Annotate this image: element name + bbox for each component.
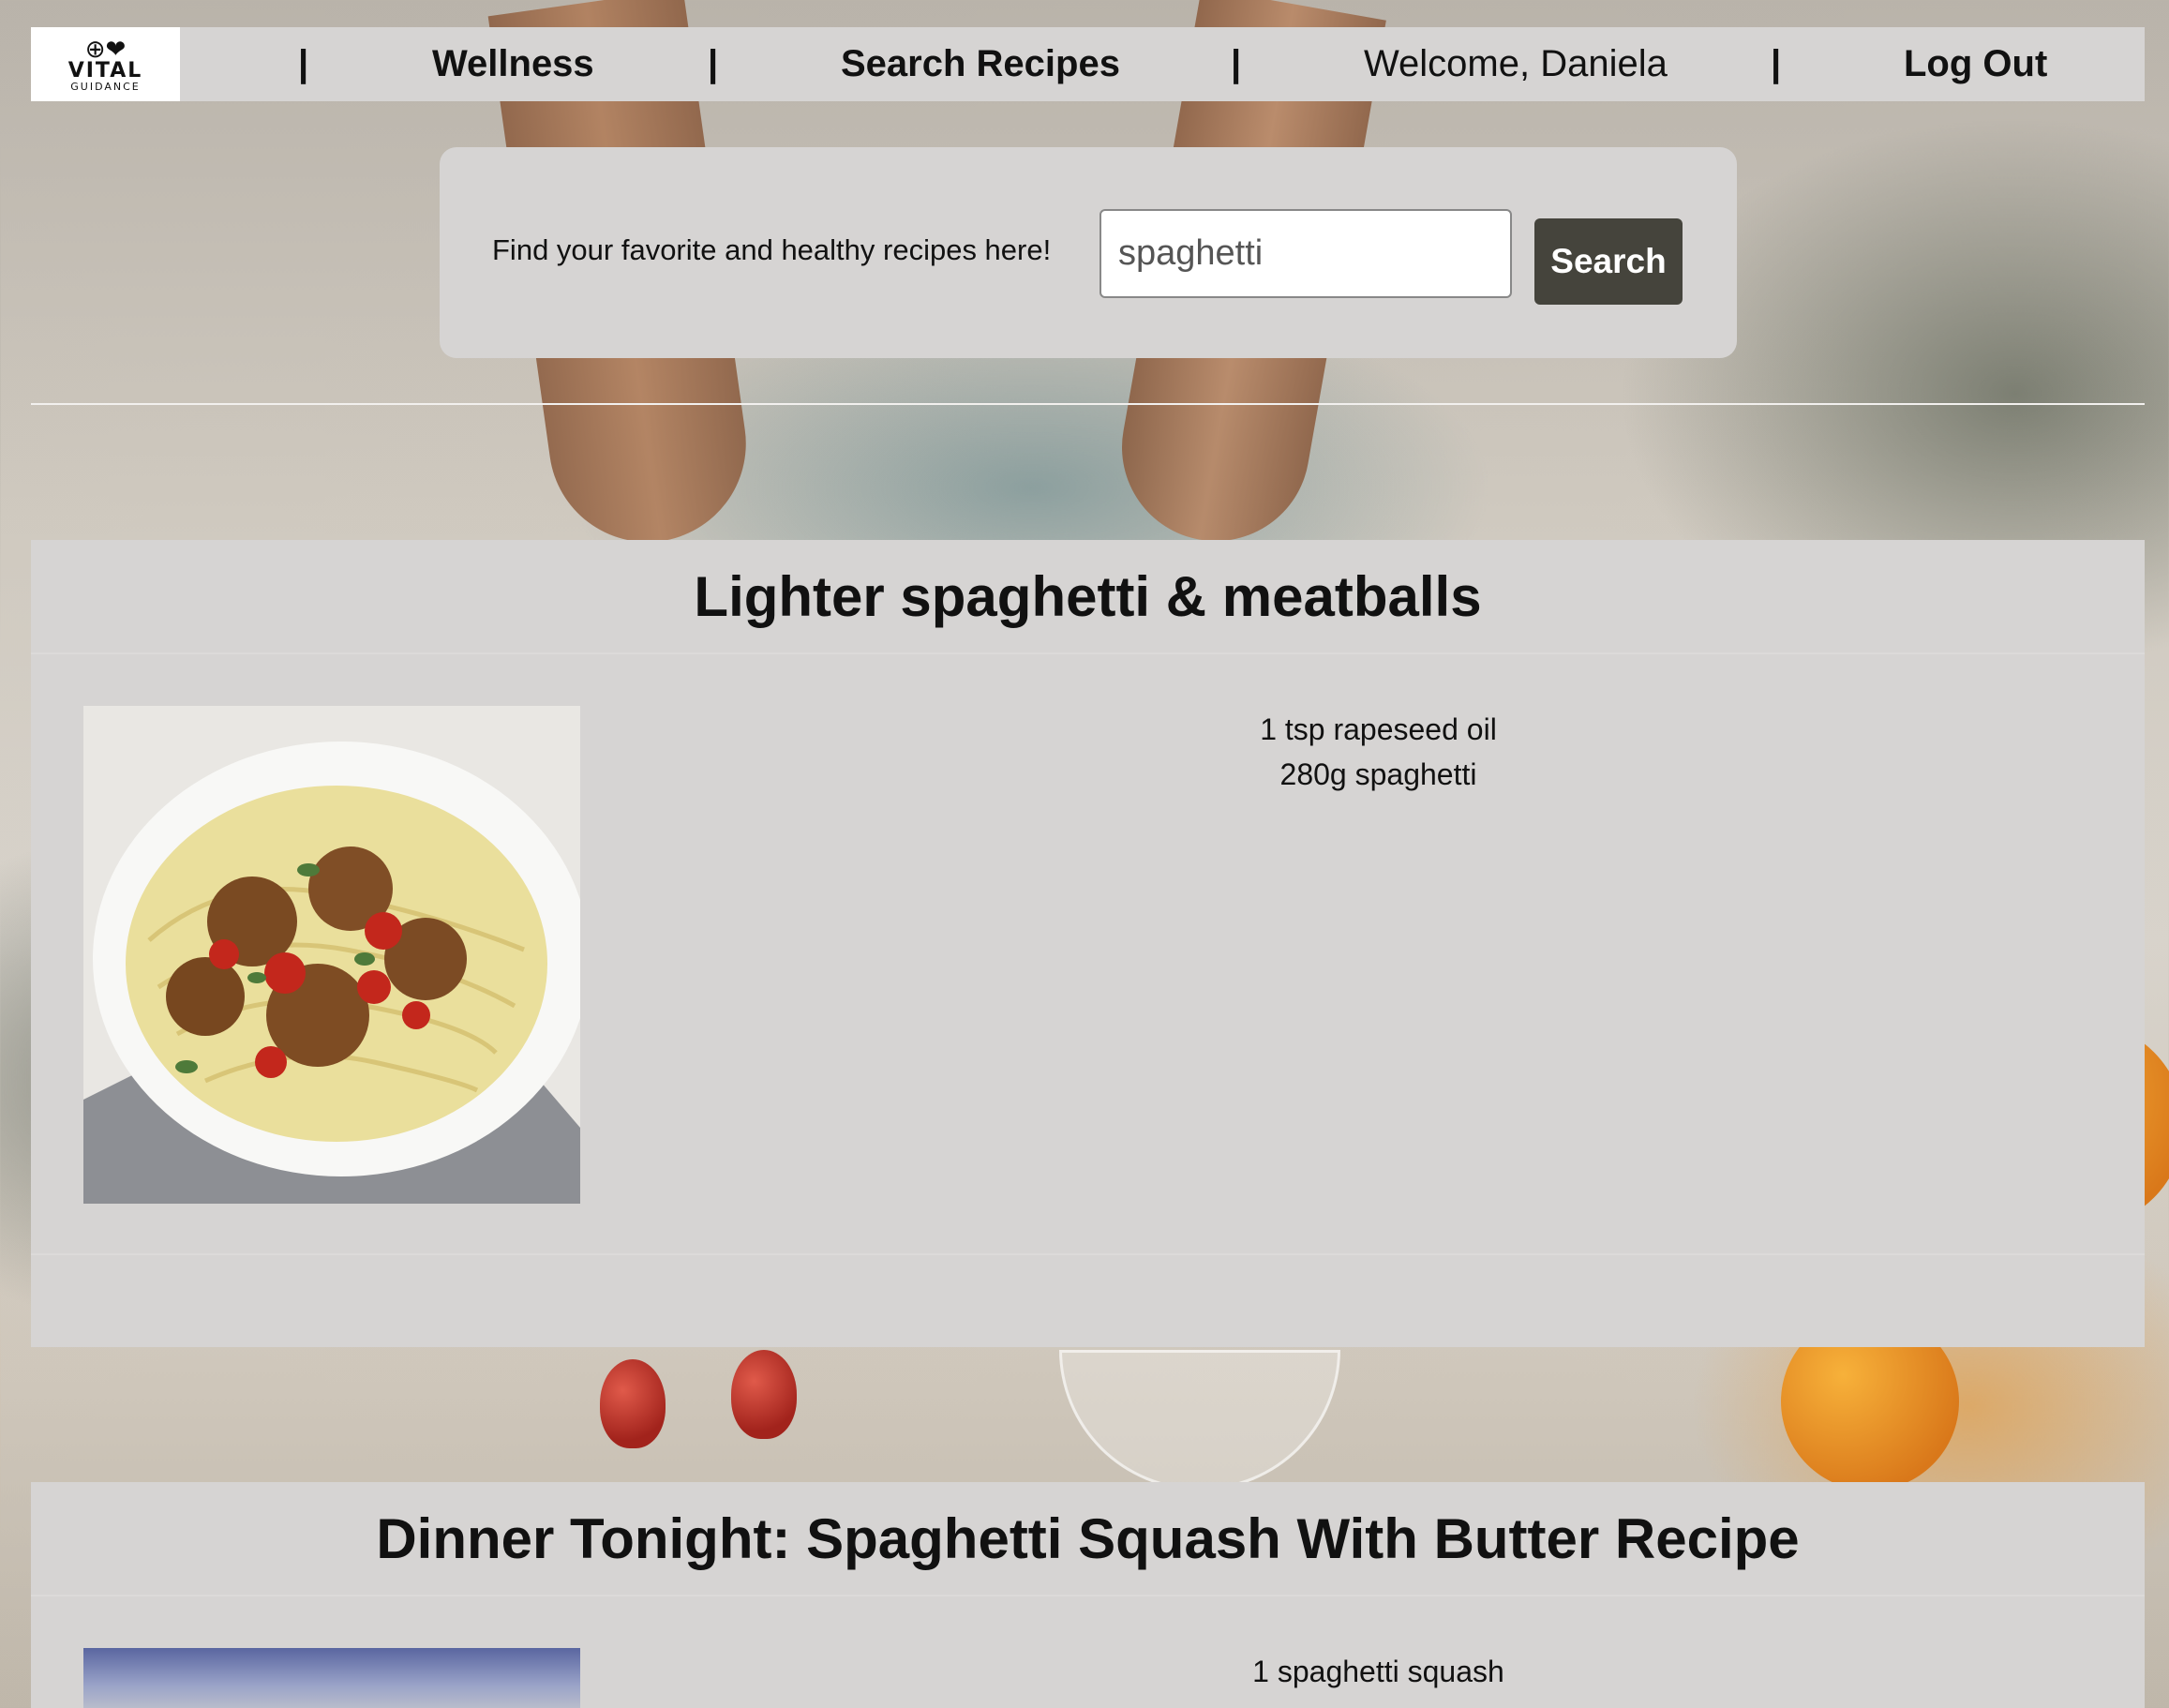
- background-strawberry: [600, 1359, 666, 1448]
- nav-separator: |: [1771, 43, 1782, 84]
- background-strawberry: [731, 1350, 797, 1439]
- background-bowl: [1059, 1350, 1340, 1491]
- spaghetti-meatballs-photo[interactable]: [83, 706, 580, 1204]
- ingredient-list: 1 tsp rapeseed oil 280g spaghetti: [968, 707, 1788, 797]
- recipe-search-input[interactable]: [1099, 209, 1512, 298]
- card-divider: [31, 1253, 2145, 1255]
- nav-link-log-out[interactable]: Log Out: [1904, 27, 2047, 101]
- recipe-title[interactable]: Dinner Tonight: Spaghetti Squash With Bu…: [31, 1482, 2145, 1595]
- search-prompt-label: Find your favorite and healthy recipes h…: [492, 233, 1052, 266]
- ingredient-item: 1 tsp rapeseed oil: [1260, 712, 1497, 746]
- recipe-title[interactable]: Lighter spaghetti & meatballs: [31, 540, 2145, 652]
- spaghetti-squash-photo[interactable]: [83, 1648, 580, 1708]
- ingredient-item: 280g spaghetti: [1279, 757, 1477, 791]
- logo-name: VITAL: [67, 58, 143, 82]
- card-divider: [31, 1595, 2145, 1596]
- nav-separator: |: [298, 43, 309, 84]
- card-divider: [31, 652, 2145, 654]
- nav-link-search-recipes[interactable]: Search Recipes: [841, 27, 1120, 101]
- welcome-message: Welcome, Daniela: [1364, 43, 1668, 84]
- recipe-card: Dinner Tonight: Spaghetti Squash With Bu…: [31, 1482, 2145, 1708]
- search-button[interactable]: Search: [1534, 218, 1683, 305]
- nav-separator: |: [1231, 43, 1242, 84]
- ingredient-item: 1 spaghetti squash: [1252, 1655, 1504, 1688]
- logo-heart-icon: ⊕❤: [84, 34, 127, 63]
- recipe-search-panel: Find your favorite and healthy recipes h…: [440, 147, 1737, 358]
- logo-tagline: GUIDANCE: [70, 80, 141, 93]
- top-nav-bar: ⊕❤ VITAL GUIDANCE | Wellness | Search Re…: [31, 27, 2145, 101]
- plate-illustration: [83, 706, 580, 1204]
- section-divider: [31, 403, 2145, 405]
- recipe-card: Lighter spaghetti & meatballs 1 tsp rape…: [31, 540, 2145, 1347]
- nav-link-wellness[interactable]: Wellness: [432, 27, 594, 101]
- nav-separator: |: [708, 43, 719, 84]
- ingredient-list: 1 spaghetti squash: [968, 1649, 1788, 1694]
- vital-guidance-logo[interactable]: ⊕❤ VITAL GUIDANCE: [31, 27, 180, 101]
